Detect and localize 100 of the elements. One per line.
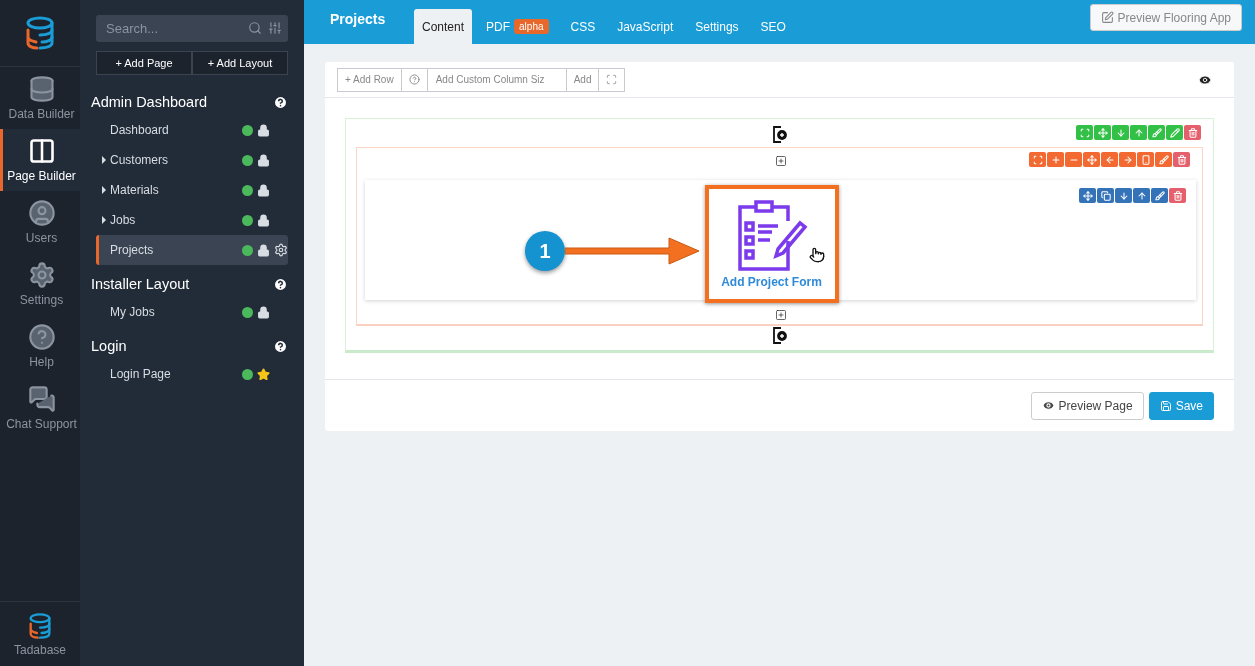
preview-app-button[interactable]: Preview Flooring App xyxy=(1089,4,1242,31)
caret-icon[interactable] xyxy=(102,186,106,194)
tool-button[interactable] xyxy=(1119,152,1136,167)
help-icon xyxy=(27,323,56,351)
tab[interactable]: JavaScript xyxy=(609,9,682,44)
lock-icon xyxy=(257,305,270,319)
page-item[interactable]: Projects xyxy=(96,235,288,265)
rail-nav-item[interactable]: Help xyxy=(0,315,80,377)
page-item[interactable]: My Jobs xyxy=(96,297,288,327)
tool-button[interactable] xyxy=(1155,152,1172,167)
tool-button[interactable] xyxy=(1184,125,1201,140)
page-item[interactable]: Materials xyxy=(96,175,288,205)
columns-icon xyxy=(27,137,56,165)
column-size-field[interactable]: Add Custom Column Siz xyxy=(426,67,567,92)
tool-button[interactable] xyxy=(1101,152,1118,167)
lock-icon xyxy=(257,123,270,137)
chat-icon xyxy=(27,385,56,413)
trash-icon xyxy=(1172,190,1183,201)
tool-button[interactable] xyxy=(1166,125,1183,140)
rail-nav-item[interactable]: Data Builder xyxy=(0,67,80,129)
rail-nav-item[interactable]: Page Builder xyxy=(0,129,80,191)
help-icon[interactable] xyxy=(273,276,288,292)
page-item[interactable]: Jobs xyxy=(96,205,288,235)
status-dot xyxy=(242,124,253,136)
tool-button[interactable] xyxy=(1151,188,1168,203)
brush-icon xyxy=(1151,127,1162,138)
tool-button[interactable] xyxy=(1097,188,1114,203)
settings-icon xyxy=(27,261,56,289)
tool-button[interactable] xyxy=(1083,152,1100,167)
rail-nav-item[interactable]: Users xyxy=(0,191,80,253)
tab[interactable]: Settings xyxy=(687,9,747,44)
move-icon xyxy=(1097,127,1108,138)
tool-button[interactable] xyxy=(1094,125,1111,140)
tool-button[interactable] xyxy=(1079,188,1096,203)
trash-icon xyxy=(1187,127,1198,138)
tab[interactable]: SEO xyxy=(752,9,794,44)
help-icon xyxy=(408,74,420,85)
user-icon xyxy=(27,199,56,227)
save-button[interactable]: Save xyxy=(1148,391,1214,420)
edit-icon xyxy=(1100,11,1114,24)
caret-icon[interactable] xyxy=(102,156,106,164)
brush-icon xyxy=(1154,190,1165,201)
add-row-icon[interactable] xyxy=(772,326,787,344)
tool-button[interactable] xyxy=(1076,125,1093,140)
preview-page-button[interactable]: Preview Page xyxy=(1030,391,1144,420)
caret-icon[interactable] xyxy=(102,216,106,224)
rail-nav-item[interactable]: Settings xyxy=(0,253,80,315)
tool-button[interactable] xyxy=(1169,188,1186,203)
group-title: Installer Layout xyxy=(91,276,190,292)
rail-nav-item[interactable]: Chat Support xyxy=(0,377,80,439)
page-item[interactable]: Dashboard xyxy=(96,115,288,145)
tool-button[interactable] xyxy=(1137,152,1154,167)
tool-button[interactable] xyxy=(1133,188,1150,203)
move-icon xyxy=(1086,154,1097,165)
help-icon[interactable] xyxy=(273,94,288,110)
help-button[interactable] xyxy=(400,67,428,92)
fullscreen-icon xyxy=(606,74,618,85)
form-component[interactable]: Add Project Form xyxy=(704,185,839,303)
add-row-button[interactable]: + Add Row xyxy=(337,67,402,92)
help-icon[interactable] xyxy=(273,338,288,354)
lock-icon xyxy=(257,243,270,257)
filter-icon xyxy=(268,21,282,35)
tool-button[interactable] xyxy=(1047,152,1064,167)
page-item[interactable]: Customers xyxy=(96,145,288,175)
tool-button[interactable] xyxy=(1130,125,1147,140)
page-item[interactable]: Login Page xyxy=(96,359,288,389)
status-dot xyxy=(242,154,253,166)
tool-button[interactable] xyxy=(1115,188,1132,203)
add-button[interactable]: Add xyxy=(565,67,600,92)
star-icon xyxy=(257,367,270,381)
arrow-up-icon xyxy=(1133,127,1144,138)
arrow-down-icon xyxy=(1115,127,1126,138)
lock-icon xyxy=(257,153,270,167)
add-column-icon xyxy=(774,155,787,167)
pencil-icon xyxy=(1169,127,1180,138)
expand-icon xyxy=(1079,127,1090,138)
add-button[interactable]: + Add Page xyxy=(96,51,192,75)
tool-button[interactable] xyxy=(1029,152,1046,167)
tool-button[interactable] xyxy=(1112,125,1129,140)
add-column-icon xyxy=(774,309,787,321)
tab[interactable]: Content xyxy=(414,9,473,44)
add-row-icon[interactable] xyxy=(772,125,787,143)
eye-icon xyxy=(1041,399,1055,412)
arrow-right-icon xyxy=(1122,154,1133,165)
tool-button[interactable] xyxy=(1148,125,1165,140)
group-title: Admin Dashboard xyxy=(91,94,208,110)
tab[interactable]: CSS xyxy=(562,9,604,44)
search-field[interactable]: Search... xyxy=(96,15,288,42)
tab[interactable]: PDF alpha xyxy=(478,9,557,44)
save-icon xyxy=(1159,399,1172,412)
fullscreen-button[interactable] xyxy=(598,67,626,92)
tool-button[interactable] xyxy=(1173,152,1190,167)
status-dot xyxy=(242,306,253,318)
status-dot xyxy=(242,368,253,380)
tool-button[interactable] xyxy=(1065,152,1082,167)
lock-icon xyxy=(257,213,270,227)
add-button[interactable]: + Add Layout xyxy=(192,51,288,75)
step-badge: 1 xyxy=(525,231,565,271)
group-title: Login xyxy=(91,338,127,354)
arrow-up-icon xyxy=(1136,190,1147,201)
